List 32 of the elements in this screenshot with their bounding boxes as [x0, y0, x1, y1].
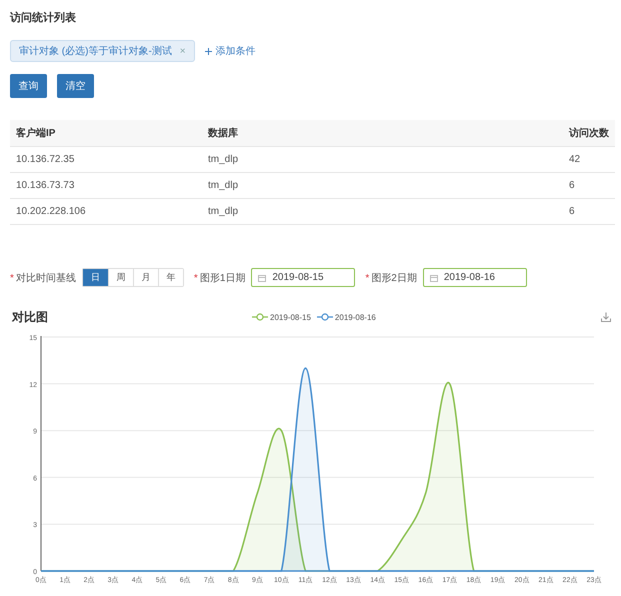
table-cell: 10.136.73.73	[10, 172, 202, 198]
table-cell: 10.202.228.106	[10, 198, 202, 224]
download-icon[interactable]	[601, 312, 611, 322]
table-cell: 6	[563, 198, 615, 224]
table-cell: 42	[563, 146, 615, 172]
table-cell: 6	[563, 172, 615, 198]
date-label: * 图形2日期	[365, 272, 417, 284]
table-cell: tm_dlp	[202, 172, 563, 198]
table-cell: tm_dlp	[202, 198, 563, 224]
calendar-icon	[430, 274, 438, 282]
period-tab[interactable]: 日	[82, 269, 108, 286]
table-cell: tm_dlp	[202, 146, 563, 172]
calendar-icon	[258, 274, 266, 282]
table-cell: 10.136.72.35	[10, 146, 202, 172]
date-label: * 图形1日期	[194, 272, 246, 284]
legend-label: 2019-08-15	[270, 312, 311, 322]
page-title: 访问统计列表	[10, 10, 76, 25]
column-header: 访问次数	[563, 120, 615, 146]
date-field[interactable]: 2019-08-16	[422, 268, 527, 287]
filter-tag[interactable]: 审计对象 (必选)等于审计对象-测试 ×	[10, 40, 195, 62]
date-field[interactable]: 2019-08-15	[251, 268, 356, 287]
plus-icon	[204, 48, 212, 54]
column-header: 客户端IP	[10, 120, 202, 146]
action-button[interactable]: 查询	[10, 74, 47, 98]
baseline-label: * 对比时间基线	[10, 272, 76, 284]
column-header: 数据库	[202, 120, 563, 146]
legend-label: 2019-08-16	[334, 312, 376, 322]
action-button[interactable]: 清空	[57, 74, 94, 98]
add-condition-link[interactable]: 添加条件	[204, 44, 256, 58]
filter-tag-label: 审计对象 (必选)等于审计对象-测试	[19, 44, 172, 58]
period-tab[interactable]: 年	[158, 269, 183, 286]
chart-title: 对比图	[12, 308, 49, 326]
